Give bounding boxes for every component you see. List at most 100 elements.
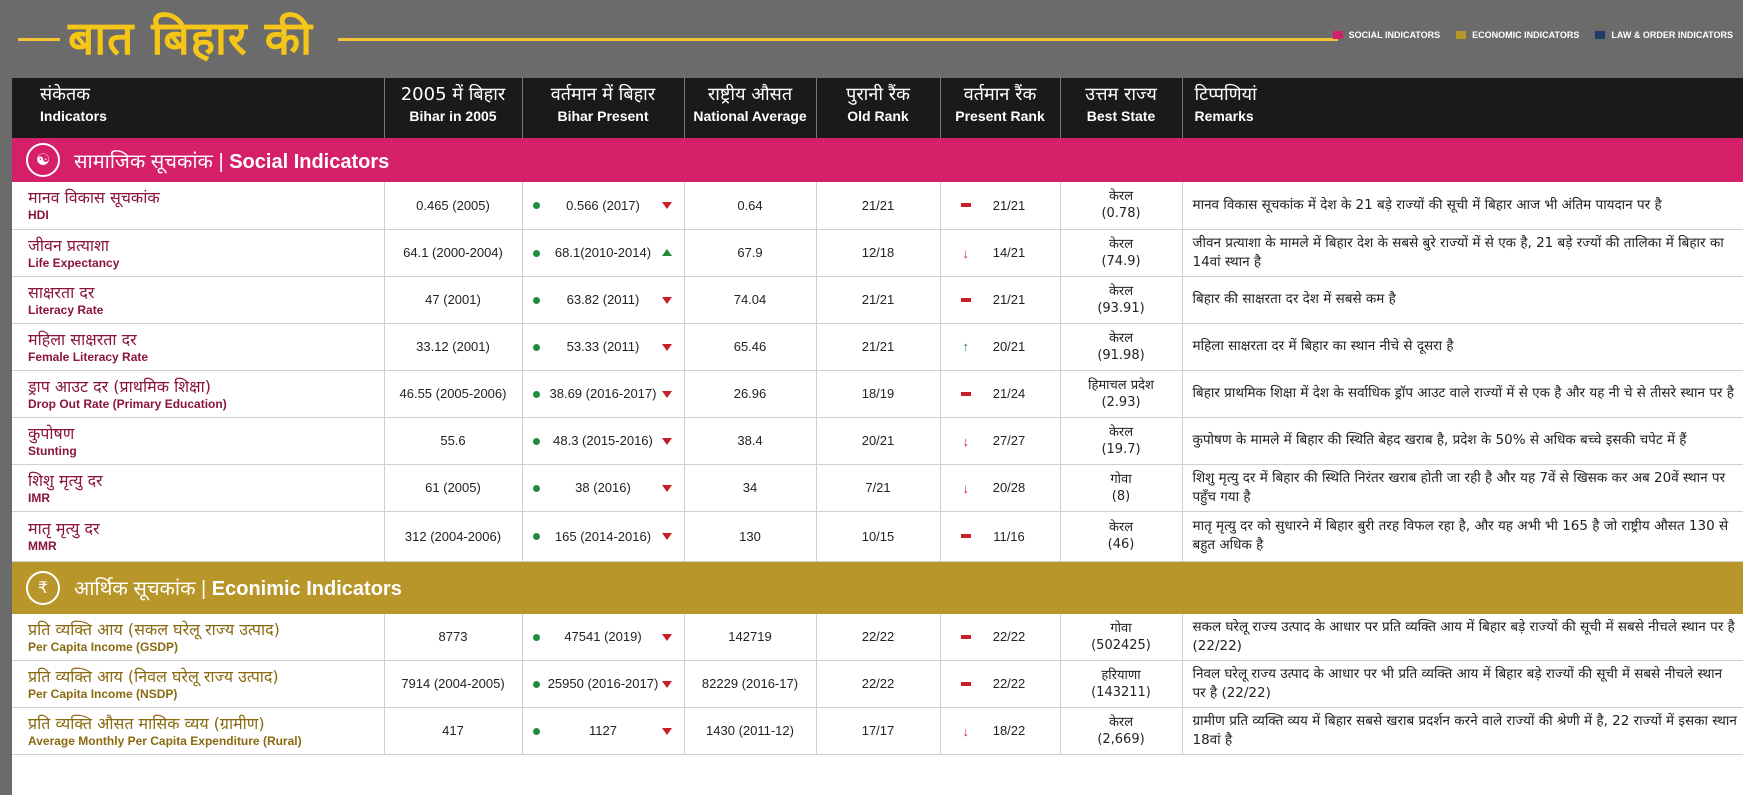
arrow-down-icon: ↓ [962,433,970,449]
present-rank-value: 14/21 [992,245,1026,260]
best-state-value: (502425) [1091,637,1151,653]
table-row: ड्राप आउट दर (प्राथमिक शिक्षा) Drop Out R… [12,370,1743,418]
logo: बात बिहार की [68,11,314,65]
present-rank-value: 21/21 [992,292,1026,307]
best-state-value: (8) [1111,488,1131,504]
bihar-2005-cell: 46.55 (2005-2006) [384,370,523,418]
best-state-name: केरल [1108,330,1134,346]
best-state-value: (93.91) [1097,300,1145,316]
indicator-name-hi: मानव विकास सूचकांक [28,188,160,208]
no-change-icon [960,391,971,396]
best-state-name: गोवा [1110,471,1132,487]
indicator-cell: प्रति व्यक्ति आय (सकल घरेलू राज्य उत्पाद… [12,613,385,661]
header-indicators: संकेतक Indicators [12,78,385,138]
indicator-name-hi: प्रति व्यक्ति आय (निवल घरेलू राज्य उत्पा… [28,666,279,686]
bihar-present-cell: 38 (2016) [522,464,685,512]
best-state-name: केरल [1108,236,1134,252]
old-rank-cell: 18/19 [816,370,941,418]
present-rank-value: 27/27 [992,433,1026,448]
status-dot-icon [532,484,540,492]
table-row: महिला साक्षरता दर Female Literacy Rate 33.… [12,323,1743,371]
indicator-table: संकेतक Indicators 2005 में बिहार Bihar in … [12,78,1743,755]
header-bihar-2005: 2005 में बिहार Bihar in 2005 [384,78,523,138]
bihar-present-value: 47541 (2019) [564,629,642,644]
present-rank-value: 18/22 [992,723,1026,738]
best-state-value: (2.93) [1101,394,1141,410]
people-icon: ☯ [26,143,60,177]
bihar-present-value: 48.3 (2015-2016) [553,433,653,448]
indicator-table-panel: संकेतक Indicators 2005 में बिहार Bihar in … [12,78,1743,795]
present-rank-cell: 11/16 [940,511,1061,562]
arrow-up-icon: ↑ [962,338,970,354]
header-present-rank: वर्तमान रैंक Present Rank [940,78,1061,138]
bihar-present-value: 38.69 (2016-2017) [549,386,657,401]
remarks-cell: महिला साक्षरता दर में बिहार का स्थान नीच… [1182,323,1743,371]
bihar-2005-cell: 417 [384,707,523,755]
present-rank-cell: 21/21 [940,276,1061,324]
legend-item: LAW & ORDER INDICATORS [1595,30,1733,40]
national-average-cell: 130 [684,511,817,562]
bihar-2005-cell: 64.1 (2000-2004) [384,229,523,277]
best-state-name: हिमाचल प्रदेश [1088,377,1154,393]
old-rank-cell: 20/21 [816,417,941,465]
bihar-2005-cell: 33.12 (2001) [384,323,523,371]
no-change-icon [960,681,971,686]
table-header-row: संकेतक Indicators 2005 में बिहार Bihar in … [12,78,1743,138]
national-average-cell: 67.9 [684,229,817,277]
status-dot-icon [532,680,540,688]
present-rank-cell: 21/24 [940,370,1061,418]
status-dot-icon [532,296,540,304]
status-dot-icon [532,533,540,540]
national-average-cell: 1430 (2011-12) [684,707,817,755]
triangle-down-icon [661,680,672,688]
best-state-cell: गोवा (502425) [1060,613,1183,661]
best-state-cell: गोवा (8) [1060,464,1183,512]
legend-label: SOCIAL INDICATORS [1348,30,1441,40]
present-rank-value: 21/24 [992,386,1026,401]
triangle-down-icon [661,202,672,210]
arrow-down-icon: ↓ [962,245,970,261]
legend-swatch [1595,31,1606,39]
header-bihar-present: वर्तमान में बिहार Bihar Present [522,78,685,138]
remarks-cell: मातृ मृत्यु दर को सुधारने में बिहार बुरी… [1182,511,1743,562]
indicator-name-hi: शिशु मृत्यु दर [28,470,103,490]
old-rank-cell: 21/21 [816,182,941,230]
present-rank-value: 21/21 [992,197,1026,213]
indicator-name-en: MMR [28,539,57,553]
indicator-name-hi: प्रति व्यक्ति औसत मासिक व्यय (ग्रामीण) [28,713,265,733]
bihar-present-cell: 165 (2014-2016) [522,511,685,562]
present-rank-cell: ↑ 20/21 [940,323,1061,371]
legend-item: ECONOMIC INDICATORS [1456,30,1579,40]
bihar-present-value: 38 (2016) [575,480,631,495]
indicator-name-en: Per Capita Income (GSDP) [28,639,179,654]
logo-rule-right [338,38,1338,41]
best-state-name: हरियाणा [1101,667,1141,683]
present-rank-cell: 21/21 [940,182,1061,230]
remarks-cell: शिशु मृत्यु दर में बिहार की स्थिति निरंत… [1182,464,1743,512]
status-dot-icon [532,390,540,398]
status-dot-icon [532,343,540,351]
old-rank-cell: 22/22 [816,660,941,708]
best-state-cell: केरल (0.78) [1060,182,1183,230]
bihar-2005-cell: 47 (2001) [384,276,523,324]
present-rank-value: 20/28 [992,480,1026,495]
indicator-name-en: Female Literacy Rate [28,349,149,364]
old-rank-cell: 17/17 [816,707,941,755]
best-state-value: (46) [1107,537,1135,552]
remarks-cell: निवल घरेलू राज्य उत्पाद के आधार पर भी प्… [1182,660,1743,708]
indicator-cell: साक्षरता दर Literacy Rate [12,276,385,324]
triangle-down-icon [661,533,672,540]
table-row: कुपोषण Stunting 55.6 48.3 (2015-2016) 38.4 20… [12,417,1743,465]
remarks-cell: बिहार प्राथमिक शिक्षा में देश के सर्वाधि… [1182,370,1743,418]
legend-swatch [1332,31,1343,39]
best-state-cell: केरल (74.9) [1060,229,1183,277]
bihar-present-value: 1127 [589,723,617,738]
status-dot-icon [532,202,540,210]
best-state-name: केरल [1108,520,1134,535]
present-rank-cell: ↓ 14/21 [940,229,1061,277]
indicator-cell: जीवन प्रत्याशा Life Expectancy [12,229,385,277]
bihar-present-value: 53.33 (2011) [566,339,640,354]
table-row: मानव विकास सूचकांक HDI 0.465 (2005) 0.566 (… [12,182,1743,230]
indicator-name-en: Per Capita Income (NSDP) [28,686,178,701]
triangle-down-icon [661,633,672,641]
